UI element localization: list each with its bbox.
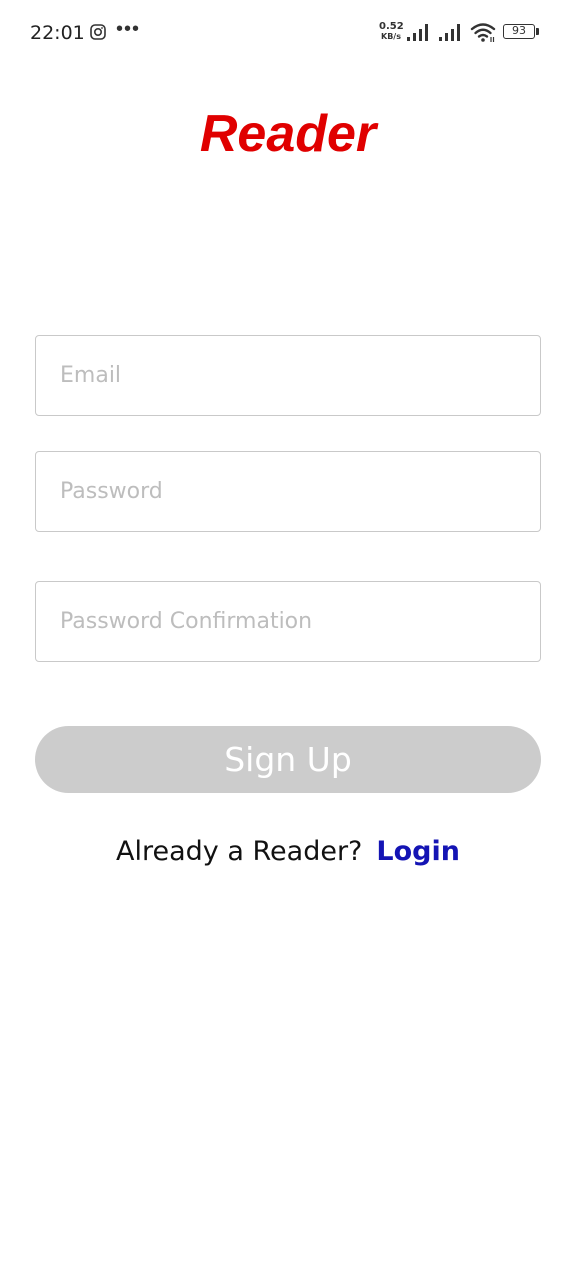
signal-icon <box>407 24 428 41</box>
password-confirmation-field[interactable] <box>35 581 541 662</box>
email-field[interactable] <box>35 335 541 416</box>
more-dots-icon: ••• <box>116 18 141 40</box>
password-field[interactable] <box>35 451 541 532</box>
sign-up-button[interactable]: Sign Up <box>35 726 541 793</box>
status-time: 22:01 <box>30 22 85 44</box>
signal-icon <box>439 24 460 41</box>
app-logo: Reader <box>199 105 377 163</box>
login-prompt: Already a Reader? Login <box>0 836 576 867</box>
login-link[interactable]: Login <box>376 836 460 867</box>
battery-icon: 93 <box>503 24 535 39</box>
status-bar: 22:01 ••• 0.52 KB/s 93 <box>0 0 576 64</box>
login-prompt-text: Already a Reader? <box>116 836 363 867</box>
signup-screen: 22:01 ••• 0.52 KB/s 93 Reader Email Sign… <box>0 0 576 1280</box>
net-speed-unit: KB/s <box>381 32 401 41</box>
wifi-icon <box>470 23 496 42</box>
battery-tip <box>536 28 539 35</box>
net-speed-value: 0.52 <box>379 21 404 32</box>
battery-level: 93 <box>512 24 526 37</box>
instagram-icon <box>90 24 106 40</box>
net-speed: 0.52 KB/s <box>379 21 404 42</box>
